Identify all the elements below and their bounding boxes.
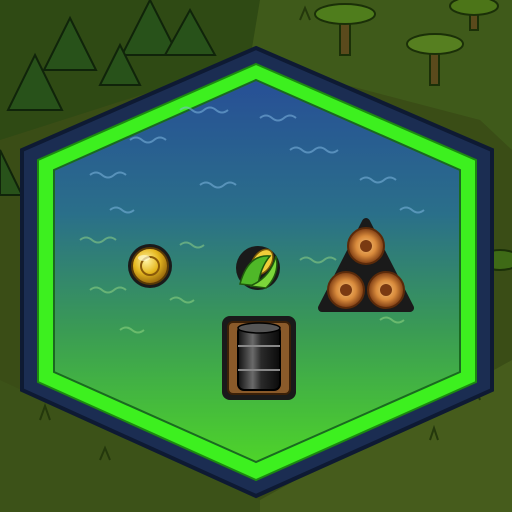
oil-barrel-icon[interactable] — [222, 316, 296, 400]
hex-map — [0, 0, 512, 512]
gold-coin-icon[interactable] — [128, 244, 172, 288]
map-viewport[interactable] — [0, 0, 512, 512]
